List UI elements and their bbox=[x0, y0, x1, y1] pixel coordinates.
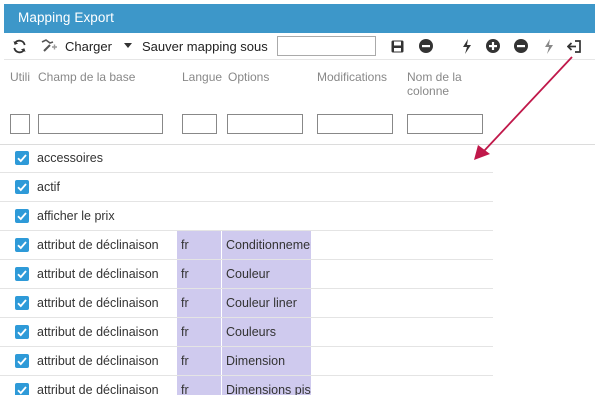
field-name: attribut de déclinaison bbox=[37, 267, 159, 281]
field-name: attribut de déclinaison bbox=[37, 354, 159, 368]
option-cell[interactable]: Conditionnement bbox=[222, 231, 311, 259]
option-value: Couleur bbox=[226, 267, 270, 281]
refresh-icon[interactable] bbox=[12, 33, 27, 59]
col-header-lang: Langue bbox=[182, 70, 223, 84]
save-icon[interactable] bbox=[391, 33, 404, 59]
option-value: Conditionnement bbox=[226, 238, 311, 252]
add-icon[interactable] bbox=[486, 33, 500, 59]
option-value: Couleur liner bbox=[226, 296, 297, 310]
field-name: attribut de déclinaison bbox=[37, 238, 159, 252]
col-header-colname: Nom de la colonne bbox=[407, 70, 462, 98]
use-checkbox[interactable] bbox=[15, 238, 29, 252]
mapping-name-input[interactable] bbox=[277, 36, 376, 56]
filter-lang[interactable] bbox=[182, 114, 217, 134]
table-row[interactable]: attribut de déclinaison fr Couleurs bbox=[0, 318, 493, 347]
filter-modifications[interactable] bbox=[317, 114, 393, 134]
col-header-options: Options bbox=[228, 70, 270, 84]
table-row[interactable]: afficher le prix bbox=[0, 202, 493, 231]
field-name: accessoires bbox=[37, 151, 103, 165]
option-cell[interactable]: Couleur liner bbox=[222, 289, 311, 317]
sign-in-icon[interactable] bbox=[567, 33, 582, 59]
filter-colname[interactable] bbox=[407, 114, 483, 134]
table-row[interactable]: attribut de déclinaison fr Couleur liner bbox=[0, 289, 493, 318]
col-header-use: Utili bbox=[10, 70, 30, 84]
lang-value: fr bbox=[181, 296, 189, 310]
col-header-modifications: Modifications bbox=[317, 70, 388, 84]
lang-cell[interactable]: fr bbox=[177, 231, 221, 259]
lang-value: fr bbox=[181, 325, 189, 339]
lang-value: fr bbox=[181, 238, 189, 252]
remove-icon[interactable] bbox=[514, 33, 528, 59]
field-name: actif bbox=[37, 180, 60, 194]
load-label: Charger bbox=[65, 38, 112, 54]
col-header-colname-line2: colonne bbox=[407, 84, 450, 98]
option-cell[interactable]: Couleurs bbox=[222, 318, 311, 346]
filter-use[interactable] bbox=[10, 114, 30, 134]
option-cell[interactable]: Dimension bbox=[222, 347, 311, 375]
window-titlebar: Mapping Export bbox=[4, 4, 595, 33]
table-row[interactable]: attribut de déclinaison fr Conditionneme… bbox=[0, 231, 493, 260]
use-checkbox[interactable] bbox=[15, 354, 29, 368]
toolbar: Charger Sauver mapping sous bbox=[4, 33, 595, 60]
field-name: attribut de déclinaison bbox=[37, 325, 159, 339]
field-name: attribut de déclinaison bbox=[37, 296, 159, 310]
table-row[interactable]: accessoires bbox=[0, 144, 493, 173]
window-title: Mapping Export bbox=[18, 10, 114, 25]
caret-down-icon[interactable] bbox=[124, 33, 132, 59]
lang-cell[interactable]: fr bbox=[177, 347, 221, 375]
option-cell[interactable]: Couleur bbox=[222, 260, 311, 288]
use-checkbox[interactable] bbox=[15, 180, 29, 194]
lang-value: fr bbox=[181, 267, 189, 281]
use-checkbox[interactable] bbox=[15, 296, 29, 310]
use-checkbox[interactable] bbox=[15, 209, 29, 223]
table-row[interactable]: attribut de déclinaison fr Dimension bbox=[0, 347, 493, 376]
option-value: Couleurs bbox=[226, 325, 277, 339]
use-checkbox[interactable] bbox=[15, 325, 29, 339]
lang-cell[interactable]: fr bbox=[177, 318, 221, 346]
col-header-field: Champ de la base bbox=[38, 70, 136, 84]
column-headers: Utili Champ de la base Langue Options Mo… bbox=[0, 60, 595, 145]
col-header-colname-line1: Nom de la bbox=[407, 70, 462, 84]
filter-options[interactable] bbox=[227, 114, 303, 134]
lang-cell[interactable]: fr bbox=[177, 260, 221, 288]
use-checkbox[interactable] bbox=[15, 267, 29, 281]
option-value: Dimension bbox=[226, 354, 286, 368]
table-row[interactable]: attribut de déclinaison fr Dimensions pi… bbox=[0, 376, 493, 395]
field-name: attribut de déclinaison bbox=[37, 383, 159, 395]
lang-value: fr bbox=[181, 354, 189, 368]
table-row[interactable]: actif bbox=[0, 173, 493, 202]
use-checkbox[interactable] bbox=[15, 151, 29, 165]
save-mapping-as-label-wrap: Sauver mapping sous bbox=[142, 33, 268, 59]
lightning-off-icon[interactable] bbox=[544, 33, 554, 59]
option-value: Dimensions pis bbox=[226, 383, 311, 395]
wand-icon[interactable] bbox=[40, 33, 60, 59]
remove-icon[interactable] bbox=[419, 33, 433, 59]
save-mapping-as-label: Sauver mapping sous bbox=[142, 38, 268, 54]
lang-value: fr bbox=[181, 383, 189, 395]
option-cell[interactable]: Dimensions pis bbox=[222, 376, 311, 395]
filter-field[interactable] bbox=[38, 114, 163, 134]
field-name: afficher le prix bbox=[37, 209, 115, 223]
lang-cell[interactable]: fr bbox=[177, 376, 221, 395]
lightning-icon[interactable] bbox=[462, 33, 472, 59]
table-row[interactable]: attribut de déclinaison fr Couleur bbox=[0, 260, 493, 289]
use-checkbox[interactable] bbox=[15, 383, 29, 395]
lang-cell[interactable]: fr bbox=[177, 289, 221, 317]
load-button[interactable]: Charger bbox=[65, 33, 112, 59]
